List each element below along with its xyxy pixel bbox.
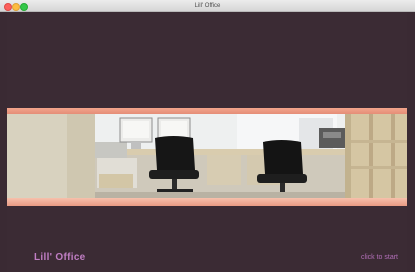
bottom-accent-stripe [7,198,407,206]
office-photo [7,114,407,199]
title-bar: Lill' Office [0,0,415,12]
window-title: Lill' Office [194,3,221,9]
top-band [7,12,407,110]
app-window: Lill' Office Lill' Office click to start [0,0,415,272]
app-title: Lill' Office [34,252,86,263]
start-link[interactable]: click to start [361,254,398,261]
